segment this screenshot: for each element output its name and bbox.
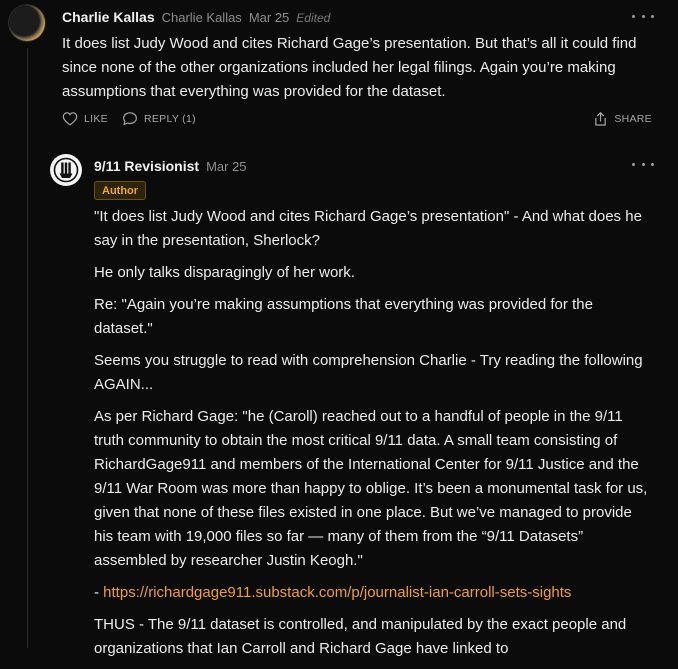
comment-date[interactable]: Mar 25 [249, 10, 289, 25]
text-line: Re: "Again you’re making assumptions tha… [94, 296, 593, 313]
paragraph: Seems you struggle to read with comprehe… [94, 349, 654, 397]
reply-label: REPLY (1) [144, 112, 196, 125]
comment-header: 9/11 Revisionist Mar 25 [94, 158, 254, 174]
text-line: given that none of these files existed i… [94, 504, 632, 521]
avatar[interactable] [50, 154, 82, 186]
text-line: 9/11 War Room was more than happy to obl… [94, 480, 648, 497]
text-line: RichardGage911 and members of the Intern… [94, 456, 639, 473]
text-line: his team with 19,000 files so far — many… [94, 528, 584, 545]
author-handle[interactable]: Charlie Kallas [162, 10, 242, 25]
paragraph: "It does list Judy Wood and cites Richar… [94, 205, 654, 253]
text-line: truth community to obtain the most criti… [94, 432, 618, 449]
reply-button[interactable]: REPLY (1) [122, 111, 196, 126]
comment-date[interactable]: Mar 25 [206, 159, 246, 174]
avatar[interactable] [9, 5, 45, 41]
more-options-icon[interactable] [632, 158, 654, 170]
comment-line: It does list Judy Wood and cites Richard… [62, 35, 637, 52]
paragraph: THUS - The 9/11 dataset is controlled, a… [94, 613, 654, 661]
text-line: "It does list Judy Wood and cites Richar… [94, 208, 642, 225]
text-line: Seems you struggle to read with comprehe… [94, 352, 643, 369]
comment-body: It does list Judy Wood and cites Richard… [62, 32, 662, 104]
edited-label: Edited [296, 11, 331, 25]
share-button[interactable]: SHARE [593, 111, 652, 127]
more-options-icon[interactable] [632, 10, 654, 22]
substack-link[interactable]: https://richardgage911.substack.com/p/jo… [103, 584, 571, 601]
paragraph: As per Richard Gage: "he (Caroll) reache… [94, 405, 654, 573]
speech-bubble-icon [123, 112, 137, 126]
heart-icon [62, 112, 78, 126]
comment-line: assumptions that everything was provided… [62, 83, 446, 100]
text-line: THUS - The 9/11 dataset is controlled, a… [94, 616, 627, 633]
author-name[interactable]: Charlie Kallas [62, 9, 155, 25]
text-line: assembled by researcher Justin Keogh." [94, 552, 363, 569]
text-line: He only talks disparagingly of her work. [94, 264, 355, 281]
logo-icon [53, 157, 79, 183]
like-button[interactable]: LIKE [62, 111, 108, 126]
link-prefix: - [94, 584, 104, 601]
text-line: say in the presentation, Sherlock? [94, 232, 320, 249]
text-line: organizations that Ian Carroll and Richa… [94, 640, 509, 657]
text-line: AGAIN... [94, 376, 154, 393]
paragraph: Re: "Again you’re making assumptions tha… [94, 293, 654, 341]
author-name[interactable]: 9/11 Revisionist [94, 158, 199, 174]
comment-body: "It does list Judy Wood and cites Richar… [94, 205, 654, 669]
share-label: SHARE [614, 113, 652, 125]
thread-line [27, 48, 28, 648]
paragraph: He only talks disparagingly of her work. [94, 261, 654, 285]
comment-header: Charlie Kallas Charlie Kallas Mar 25 Edi… [62, 9, 330, 25]
comment-line: since none of the other organizations in… [62, 59, 616, 76]
share-icon [595, 112, 607, 126]
like-label: LIKE [84, 112, 108, 125]
author-badge: Author [94, 181, 147, 200]
paragraph: - https://richardgage911.substack.com/p/… [94, 581, 654, 605]
text-line: As per Richard Gage: "he (Caroll) reache… [94, 408, 623, 425]
comment-actions: LIKE REPLY (1) SHARE [62, 111, 652, 131]
text-line: dataset." [94, 320, 153, 337]
